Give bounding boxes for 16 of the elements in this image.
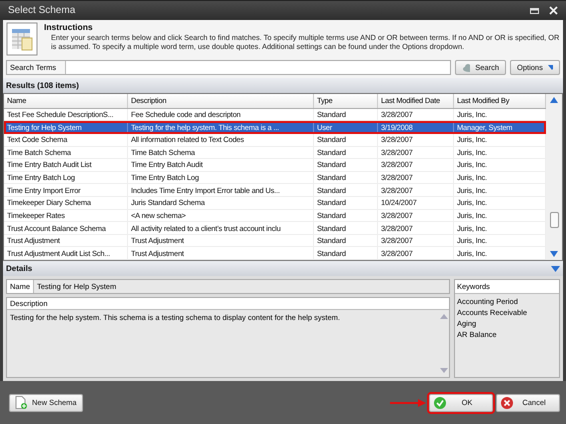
dropdown-arrow-icon bbox=[548, 65, 553, 70]
callout-arrow bbox=[390, 398, 426, 406]
check-icon bbox=[434, 396, 446, 408]
maximize-icon[interactable] bbox=[530, 6, 540, 14]
scrollbar[interactable] bbox=[546, 94, 562, 260]
scroll-up-icon[interactable] bbox=[550, 97, 558, 103]
instructions-title: Instructions bbox=[44, 22, 94, 32]
scroll-down-icon[interactable] bbox=[550, 251, 558, 257]
cancel-icon bbox=[501, 396, 513, 408]
scroll-thumb[interactable] bbox=[550, 212, 558, 228]
results-title: Results (108 items) bbox=[6, 81, 79, 90]
collapse-arrow-icon[interactable] bbox=[551, 266, 560, 272]
window-title: Select Schema bbox=[8, 5, 76, 16]
close-icon[interactable] bbox=[549, 6, 558, 15]
details-title: Details bbox=[6, 264, 32, 273]
new-document-icon bbox=[15, 396, 27, 409]
